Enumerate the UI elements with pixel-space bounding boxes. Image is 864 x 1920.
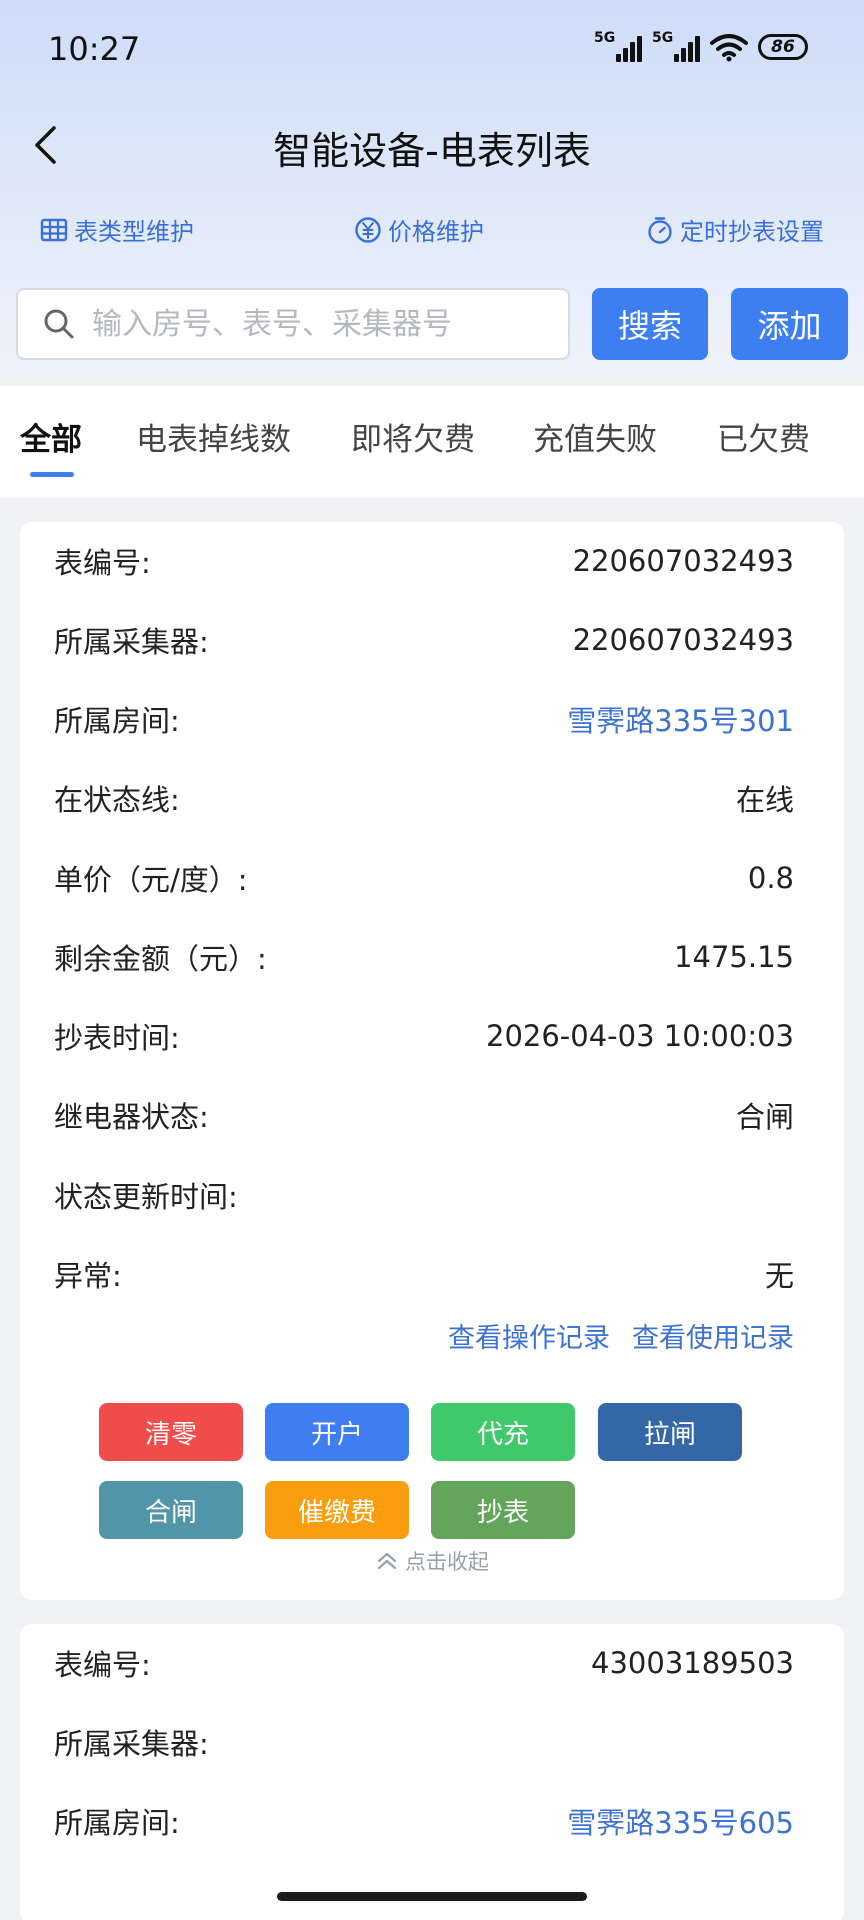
- field-online-status: 在状态线: 在线: [54, 773, 794, 823]
- field-label: 所属房间:: [54, 1806, 180, 1840]
- search-input[interactable]: [92, 306, 552, 342]
- home-indicator[interactable]: [277, 1892, 587, 1901]
- table-icon: [40, 218, 68, 241]
- yen-icon: [355, 216, 381, 243]
- field-collector: 所属采集器:: [54, 1717, 794, 1767]
- switch-off-button[interactable]: 拉闸: [598, 1403, 742, 1461]
- status-icons: 5G 5G 86: [594, 30, 808, 64]
- field-label: 继电器状态:: [54, 1100, 209, 1134]
- field-label: 所属采集器:: [54, 625, 209, 659]
- field-unit-price: 单价（元/度）: 0.8: [54, 853, 794, 903]
- field-value: 2026-04-03 10:00:03: [486, 1019, 794, 1053]
- meter-type-link[interactable]: 表类型维护: [40, 212, 194, 247]
- field-label: 表编号:: [54, 546, 151, 580]
- meter-card: 表编号: 220607032493 所属采集器: 220607032493 所属…: [20, 522, 844, 1600]
- status-time: 10:27: [48, 30, 141, 68]
- tab-in-arrears[interactable]: 已欠费: [717, 414, 810, 459]
- meter-card: 表编号: 43003189503 所属采集器: 所属房间: 雪霁路335号605: [20, 1624, 844, 1920]
- signal-icon: 5G: [652, 30, 700, 62]
- field-value: 43003189503: [591, 1646, 794, 1680]
- field-label: 所属采集器:: [54, 1727, 209, 1761]
- clear-button[interactable]: 清零: [99, 1403, 243, 1461]
- status-bar: 10:27 5G 5G 86: [0, 0, 864, 100]
- record-links: 查看操作记录 查看使用记录: [448, 1316, 794, 1355]
- tab-recharge-failed[interactable]: 充值失败: [533, 414, 657, 459]
- field-meter-no: 表编号: 220607032493: [54, 536, 794, 586]
- search-box[interactable]: [16, 288, 570, 360]
- field-value: 0.8: [747, 861, 794, 895]
- field-value: 合闸: [735, 1100, 794, 1134]
- field-relay-status: 继电器状态: 合闸: [54, 1090, 794, 1140]
- field-abnormal: 异常: 无: [54, 1249, 794, 1299]
- quick-links: 表类型维护 价格维护 定时抄表设置: [0, 212, 864, 262]
- tab-active-indicator: [30, 472, 74, 477]
- timed-reading-link-label: 定时抄表设置: [680, 218, 824, 246]
- field-label: 状态更新时间:: [54, 1180, 238, 1214]
- field-room: 所属房间: 雪霁路335号605: [54, 1796, 794, 1846]
- field-label: 异常:: [54, 1259, 122, 1293]
- proxy-recharge-button[interactable]: 代充: [431, 1403, 575, 1461]
- wifi-icon: [710, 34, 748, 62]
- switch-on-button[interactable]: 合闸: [99, 1481, 243, 1539]
- view-operation-records-link[interactable]: 查看操作记录: [448, 1316, 610, 1355]
- open-account-button[interactable]: 开户: [265, 1403, 409, 1461]
- field-value: 220607032493: [572, 544, 794, 578]
- room-link[interactable]: 雪霁路335号301: [567, 698, 794, 740]
- search-button[interactable]: 搜索: [592, 288, 708, 360]
- collapse-label: 点击收起: [405, 1550, 489, 1574]
- signal-icon: 5G: [594, 30, 642, 62]
- field-balance: 剩余金额（元）: 1475.15: [54, 932, 794, 982]
- field-value: 在线: [735, 783, 794, 817]
- filter-tabs: 全部 电表掉线数 即将欠费 充值失败 已欠费: [0, 386, 864, 498]
- room-link[interactable]: 雪霁路335号605: [567, 1800, 794, 1842]
- search-row: 搜索 添加: [16, 288, 848, 360]
- chevron-up-double-icon: [377, 1552, 397, 1570]
- field-meter-no: 表编号: 43003189503: [54, 1638, 794, 1688]
- field-collector: 所属采集器: 220607032493: [54, 615, 794, 665]
- field-label: 表编号:: [54, 1648, 151, 1682]
- field-label: 所属房间:: [54, 704, 180, 738]
- add-button[interactable]: 添加: [731, 288, 848, 360]
- battery-icon: 86: [758, 34, 808, 60]
- field-value: 无: [764, 1259, 794, 1293]
- field-status-update-time: 状态更新时间:: [54, 1170, 794, 1220]
- tab-arrears-soon[interactable]: 即将欠费: [351, 414, 475, 459]
- field-value: 1475.15: [674, 940, 794, 974]
- field-label: 剩余金额（元）:: [54, 942, 267, 976]
- field-label: 在状态线:: [54, 783, 180, 817]
- field-label: 抄表时间:: [54, 1021, 180, 1055]
- search-icon: [44, 309, 74, 339]
- meter-type-link-label: 表类型维护: [74, 218, 194, 246]
- price-link[interactable]: 价格维护: [354, 212, 484, 247]
- field-label: 单价（元/度）:: [54, 863, 248, 897]
- field-room: 所属房间: 雪霁路335号301: [54, 694, 794, 744]
- collapse-toggle[interactable]: 点击收起: [20, 1546, 844, 1576]
- field-reading-time: 抄表时间: 2026-04-03 10:00:03: [54, 1011, 794, 1061]
- timer-icon: [648, 216, 672, 244]
- price-link-label: 价格维护: [388, 218, 484, 246]
- tab-offline[interactable]: 电表掉线数: [136, 414, 291, 459]
- view-usage-records-link[interactable]: 查看使用记录: [632, 1316, 794, 1355]
- page-title: 智能设备-电表列表: [273, 129, 591, 173]
- timed-reading-link[interactable]: 定时抄表设置: [646, 212, 824, 247]
- tab-all[interactable]: 全部: [20, 414, 82, 459]
- field-value: 220607032493: [572, 623, 794, 657]
- read-meter-button[interactable]: 抄表: [431, 1481, 575, 1539]
- nav-bar: 智能设备-电表列表: [0, 100, 864, 190]
- payment-reminder-button[interactable]: 催缴费: [265, 1481, 409, 1539]
